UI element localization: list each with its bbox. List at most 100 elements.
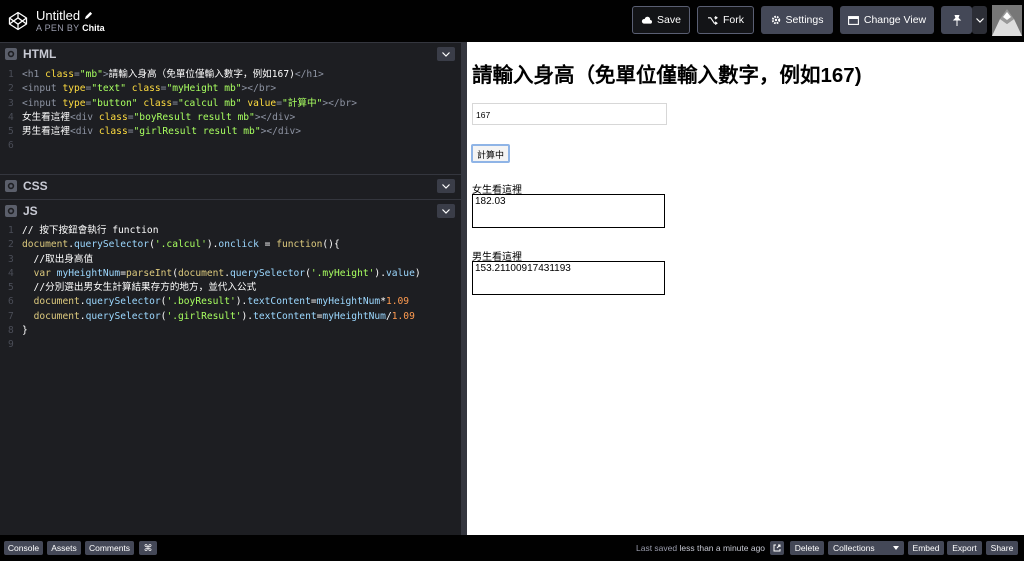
code-line: 7 document.querySelector('.girlResult').… (0, 310, 461, 324)
code-text: //取出身高值 (22, 253, 94, 265)
css-collapse-icon[interactable] (437, 179, 455, 193)
pen-title[interactable]: Untitled (36, 8, 105, 23)
editor-panel: HTML 1 <h1 class="mb">請輸入身高（免單位僅輸入數字，例如16… (0, 42, 461, 535)
keyboard-shortcuts-button[interactable]: ⌘ (139, 541, 157, 555)
code-line: 2 document.querySelector('.calcul').oncli… (0, 238, 461, 252)
line-number: 5 (8, 126, 14, 138)
html-settings-icon[interactable] (5, 47, 17, 60)
line-number: 9 (8, 339, 14, 351)
code-text: <input type="button" class="calcul mb" v… (22, 97, 357, 109)
code-line: 1 // 按下按鈕會執行 function (0, 224, 461, 238)
pin-icon (952, 14, 961, 26)
top-bar: Untitled A PEN BY Chita Save Fork Settin… (0, 0, 1024, 42)
code-text: // 按下按鈕會執行 function (22, 225, 159, 236)
assets-button[interactable]: Assets (47, 541, 81, 555)
command-icon: ⌘ (143, 542, 153, 553)
line-number: 2 (8, 239, 14, 251)
css-pane-header[interactable]: CSS (0, 174, 461, 196)
css-settings-icon[interactable] (5, 179, 17, 192)
change-view-label: Change View (863, 14, 927, 26)
code-line: 3 <input type="button" class="calcul mb" … (0, 97, 461, 111)
girl-result-box: 182.03 (472, 194, 665, 228)
code-text: 男生看這裡<div class="girlResult result mb"><… (22, 126, 302, 138)
code-line: 2 <input type="text" class="myHeight mb">… (0, 82, 461, 96)
pin-button[interactable] (941, 6, 972, 34)
code-line: 9 (0, 338, 461, 352)
cloud-icon (641, 16, 653, 24)
chevron-down-icon (975, 17, 984, 23)
code-text: document.querySelector('.girlResult').te… (33, 310, 415, 322)
js-settings-icon[interactable] (5, 204, 17, 217)
line-number: 3 (8, 97, 14, 109)
line-number: 5 (8, 282, 14, 294)
embed-button[interactable]: Embed (908, 541, 944, 555)
code-text: document.querySelector('.boyResult').tex… (33, 296, 410, 308)
line-number: 3 (8, 253, 14, 265)
height-input[interactable]: 167 (472, 103, 667, 125)
layout-icon (847, 15, 859, 25)
last-saved-status: Last saved less than a minute ago (636, 543, 765, 553)
fork-button[interactable]: Fork (697, 6, 754, 34)
user-avatar[interactable] (992, 5, 1022, 36)
code-text: //分別選出男女生計算結果存方的地方，並代入公式 (22, 282, 257, 294)
line-number: 1 (8, 69, 14, 80)
export-button[interactable]: Export (947, 541, 982, 555)
code-line: 4 女生看這裡<div class="boyResult result mb"><… (0, 111, 461, 125)
js-code-editor[interactable]: 1 // 按下按鈕會執行 function 2 document.querySele… (0, 224, 461, 524)
html-code-editor[interactable]: 1 <h1 class="mb">請輸入身高（免單位僅輸入數字，例如167)</h… (0, 68, 461, 172)
js-collapse-icon[interactable] (437, 204, 455, 218)
pen-title-text[interactable]: Untitled (36, 8, 80, 23)
pin-dropdown-button[interactable] (972, 6, 987, 34)
preview-panel: 請輸入身高（免單位僅輸入數字，例如167) 167 計算中 女生看這裡 182.… (467, 42, 1024, 535)
line-number: 7 (8, 310, 14, 322)
code-line: 8} (0, 324, 461, 338)
html-pane-title: HTML (23, 46, 57, 61)
code-text: <h1 class="mb">請輸入身高（免單位僅輸入數字，例如167)</h1… (22, 69, 324, 80)
preview-heading: 請輸入身高（免單位僅輸入數字，例如167) (472, 64, 862, 87)
comments-button[interactable]: Comments (85, 541, 134, 555)
settings-label: Settings (785, 14, 824, 26)
code-line: 6 (0, 139, 461, 153)
external-link-icon (773, 544, 781, 552)
open-external-button[interactable] (770, 541, 784, 555)
code-line: 4 var myHeightNum=parseInt(document.quer… (0, 267, 461, 281)
code-text: var myHeightNum=parseInt(document.queryS… (33, 267, 421, 279)
pen-by-prefix: A PEN BY (36, 23, 80, 33)
saved-prefix: Last saved (636, 543, 678, 553)
html-collapse-icon[interactable] (437, 47, 455, 61)
code-line: 6 document.querySelector('.boyResult').t… (0, 295, 461, 309)
console-button[interactable]: Console (4, 541, 43, 555)
css-pane-title: CSS (23, 178, 48, 193)
line-number: 8 (8, 325, 14, 337)
code-text: document.querySelector('.calcul').onclic… (22, 239, 340, 251)
save-label: Save (657, 14, 681, 26)
code-text: 女生看這裡<div class="boyResult result mb"></… (22, 111, 296, 123)
pen-author-line: A PEN BY Chita (36, 23, 105, 34)
js-pane-header[interactable]: JS (0, 199, 461, 221)
line-number: 6 (8, 140, 14, 152)
footer-bar: Console Assets Comments ⌘ Last saved les… (0, 535, 1024, 561)
line-number: 4 (8, 111, 14, 123)
calculate-button[interactable]: 計算中 (471, 144, 511, 163)
gear-icon (771, 15, 780, 25)
pen-title-block: Untitled A PEN BY Chita (36, 8, 105, 34)
line-number: 6 (8, 296, 14, 308)
codepen-logo-icon[interactable] (6, 9, 30, 33)
delete-button[interactable]: Delete (790, 541, 824, 555)
change-view-button[interactable]: Change View (840, 6, 934, 34)
share-button[interactable]: Share (986, 541, 1018, 555)
collections-label: Collections (833, 543, 875, 553)
save-button[interactable]: Save (632, 6, 690, 34)
boy-result-box: 153.21100917431193 (472, 261, 665, 295)
settings-button[interactable]: Settings (761, 6, 833, 34)
js-pane-title: JS (23, 203, 38, 218)
code-text: } (22, 325, 28, 337)
pen-author[interactable]: Chita (82, 23, 105, 33)
saved-time: less than a minute ago (679, 543, 766, 553)
html-pane-header[interactable]: HTML (0, 42, 461, 64)
collections-button[interactable]: Collections (828, 541, 904, 555)
pencil-icon[interactable] (84, 8, 93, 23)
fork-label: Fork (723, 14, 744, 26)
code-line: 1 <h1 class="mb">請輸入身高（免單位僅輸入數字，例如167)</h… (0, 68, 461, 82)
code-text: <input type="text" class="myHeight mb"><… (22, 83, 277, 95)
